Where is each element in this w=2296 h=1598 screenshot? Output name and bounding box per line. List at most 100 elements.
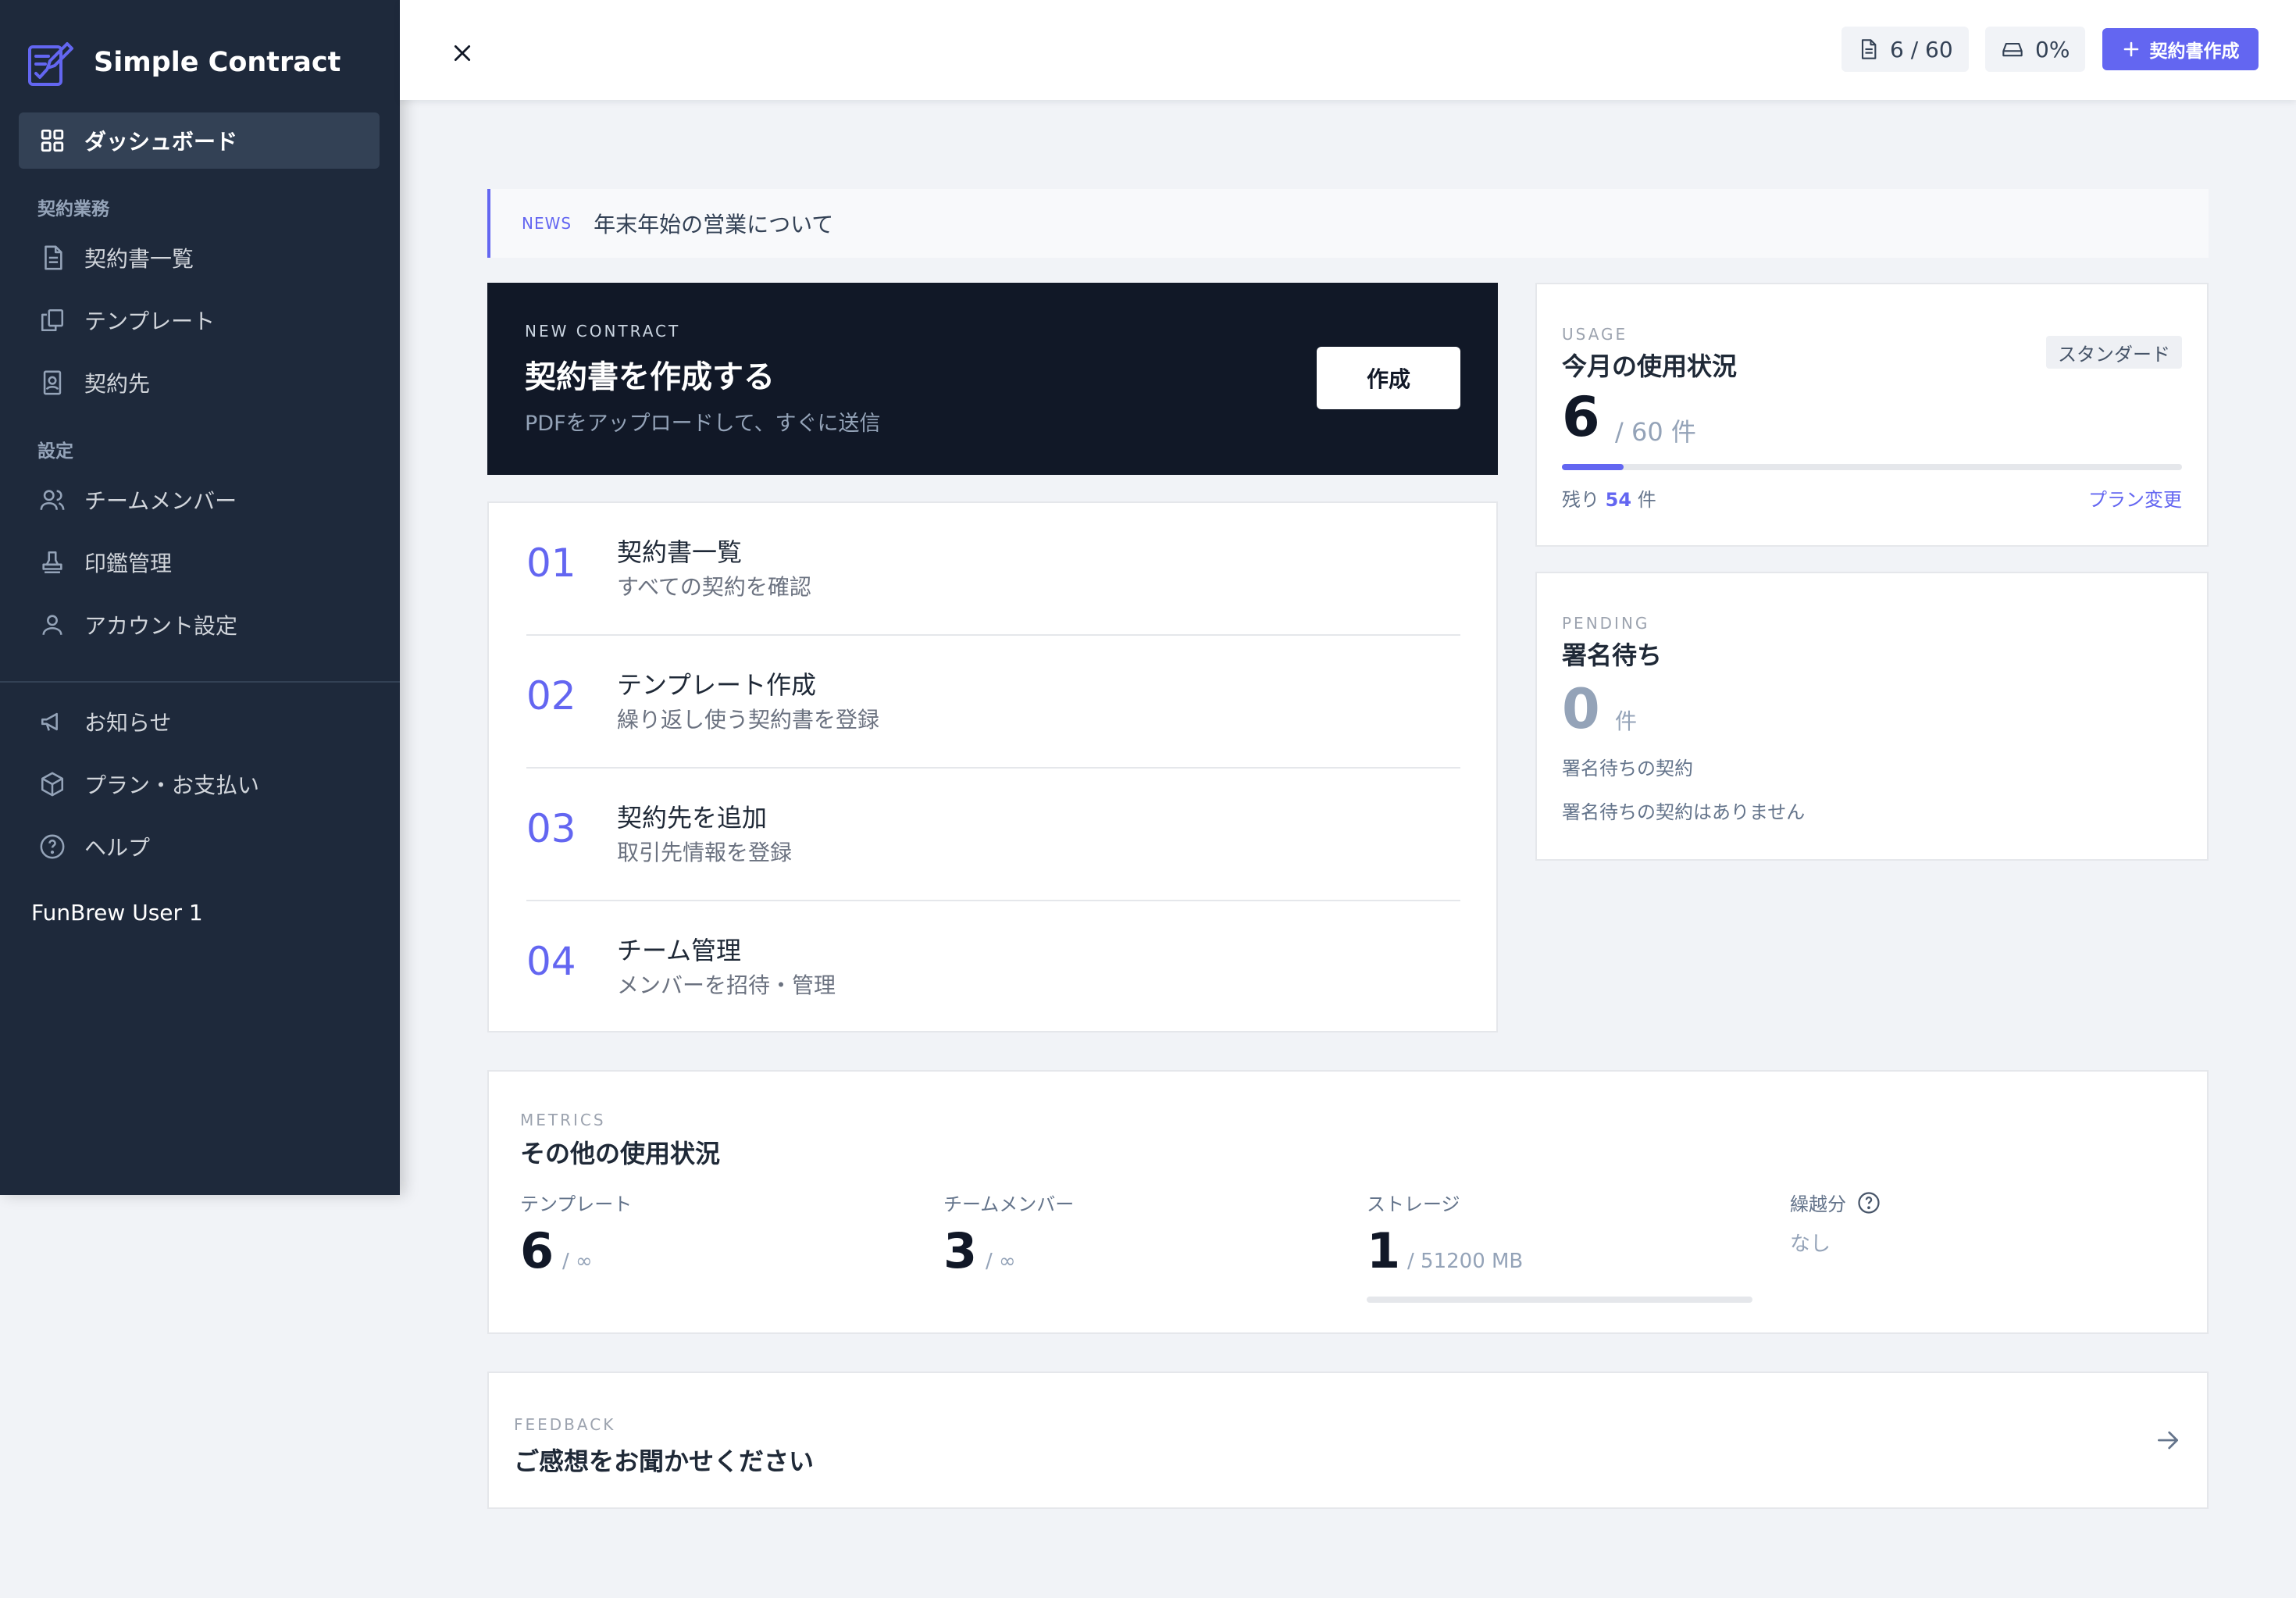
metrics-overline: METRICS <box>520 1111 606 1129</box>
step-description: メンバーを招待・管理 <box>617 972 836 998</box>
sidebar-item-label: アカウント設定 <box>84 613 238 639</box>
sidebar-item-dashboard[interactable]: ダッシュボード <box>37 122 237 159</box>
sidebar-item-label: お知らせ <box>84 710 172 736</box>
sidebar-item-contracts[interactable]: 契約書一覧 <box>37 239 194 276</box>
step-item-template[interactable]: 02 テンプレート作成 繰り返し使う契約書を登録 <box>526 636 1460 769</box>
usage-count: 6 <box>1562 385 1600 449</box>
storage-usage-pill: 0% <box>1985 27 2086 72</box>
pending-empty-message: 署名待ちの契約はありません <box>1562 801 1806 823</box>
sidebar-divider <box>0 681 400 683</box>
metric-label: チームメンバー <box>943 1193 1075 1215</box>
step-number: 02 <box>526 673 576 719</box>
step-item-contracts[interactable]: 01 契約書一覧 すべての契約を確認 <box>526 503 1460 636</box>
sidebar-item-account-settings[interactable]: アカウント設定 <box>37 606 237 644</box>
close-icon <box>452 43 472 63</box>
metric-limit: / ∞ <box>986 1250 1016 1273</box>
step-number: 01 <box>526 540 576 586</box>
step-title: 契約書一覧 <box>617 537 743 567</box>
help-circle-icon <box>37 832 67 861</box>
metrics-card: METRICS その他の使用状況 テンプレート 6 / ∞ チームメンバー 3 … <box>487 1070 2209 1334</box>
quick-steps-list: 01 契約書一覧 すべての契約を確認 02 テンプレート作成 繰り返し使う契約書… <box>487 501 1498 1033</box>
help-circle-icon[interactable] <box>1857 1191 1881 1215</box>
plus-icon <box>2122 40 2141 59</box>
contract-logo-icon <box>25 39 75 89</box>
stamp-icon <box>37 548 67 577</box>
usage-limit: / 60 件 <box>1615 417 1696 447</box>
section-heading-settings: 設定 <box>37 441 73 462</box>
sidebar: Simple Contract ダッシュボード 契約業務 契約書一覧 テンプレー… <box>0 0 400 1195</box>
sidebar-item-label: ヘルプ <box>84 835 151 861</box>
remaining-prefix: 残り <box>1562 489 1599 511</box>
create-contract-button[interactable]: 契約書作成 <box>2102 28 2259 70</box>
metric-carryover: 繰越分 なし <box>1790 1189 2180 1306</box>
pending-title: 署名待ち <box>1562 640 1663 670</box>
step-item-team[interactable]: 04 チーム管理 メンバーを招待・管理 <box>526 901 1460 1034</box>
metric-limit: / 51200 MB <box>1407 1250 1524 1273</box>
copy-icon <box>37 305 67 335</box>
document-icon <box>37 243 67 273</box>
new-contract-title: 契約書を作成する <box>525 359 775 395</box>
metric-limit: / ∞ <box>562 1250 593 1273</box>
metric-team-members: チームメンバー 3 / ∞ <box>943 1189 1334 1306</box>
sidebar-item-label: 契約書一覧 <box>84 246 194 272</box>
document-count-pill: 6 / 60 <box>1841 27 1969 72</box>
metric-value: 1 <box>1367 1222 1401 1279</box>
feedback-card[interactable]: FEEDBACK ご感想をお聞かせください <box>487 1371 2209 1509</box>
sidebar-item-templates[interactable]: テンプレート <box>37 301 215 339</box>
metric-label: ストレージ <box>1367 1193 1460 1215</box>
user-name[interactable]: FunBrew User 1 <box>31 900 203 926</box>
usage-title: 今月の使用状況 <box>1562 351 1738 381</box>
sidebar-item-label: 契約先 <box>84 371 151 397</box>
step-item-counterparty[interactable]: 03 契約先を追加 取引先情報を登録 <box>526 769 1460 901</box>
news-tag: NEWS <box>522 214 572 233</box>
metric-templates: テンプレート 6 / ∞ <box>520 1189 911 1306</box>
pending-unit: 件 <box>1615 708 1638 734</box>
new-contract-card: NEW CONTRACT 契約書を作成する PDFをアップロードして、すぐに送信… <box>487 283 1498 475</box>
remaining-suffix: 件 <box>1637 489 1656 511</box>
feedback-overline: FEEDBACK <box>514 1415 616 1434</box>
pending-label: 署名待ちの契約 <box>1562 758 1693 779</box>
metric-value: なし <box>1790 1232 1831 1256</box>
sidebar-item-seal-management[interactable]: 印鑑管理 <box>37 544 172 581</box>
sidebar-item-team-members[interactable]: チームメンバー <box>37 481 237 519</box>
step-description: 取引先情報を登録 <box>617 840 793 865</box>
sidebar-item-label: チームメンバー <box>84 488 237 514</box>
feedback-title: ご感想をお聞かせください <box>514 1446 815 1476</box>
metric-value: 6 <box>520 1222 554 1279</box>
news-banner[interactable]: NEWS 年末年始の営業について <box>487 189 2209 258</box>
usage-progress-bar <box>1562 464 2182 470</box>
change-plan-link[interactable]: プラン変更 <box>2088 484 2182 512</box>
step-title: テンプレート作成 <box>617 670 817 700</box>
remaining-text: 残り 54 件 <box>1562 484 1656 512</box>
section-heading-contracts: 契約業務 <box>37 199 109 219</box>
sidebar-item-label: ダッシュボード <box>84 129 238 155</box>
app-name: Simple Contract <box>94 47 341 78</box>
news-text[interactable]: 年末年始の営業について <box>594 208 833 239</box>
pending-card: PENDING 署名待ち 0 件 署名待ちの契約 署名待ちの契約はありません <box>1535 572 2209 861</box>
pending-count: 0 <box>1562 677 1600 741</box>
metric-storage: ストレージ 1 / 51200 MB <box>1367 1189 1757 1306</box>
create-button[interactable]: 作成 <box>1317 347 1460 409</box>
sidebar-item-plan-billing[interactable]: プラン・お支払い <box>37 765 259 803</box>
sidebar-item-label: プラン・お支払い <box>84 772 260 798</box>
close-sidebar-button[interactable] <box>444 34 481 72</box>
hard-drive-icon <box>2001 38 2024 60</box>
sidebar-item-help[interactable]: ヘルプ <box>37 828 150 865</box>
step-title: 契約先を追加 <box>617 803 768 833</box>
usage-progress-fill <box>1562 464 1624 470</box>
sidebar-item-notices[interactable]: お知らせ <box>37 703 171 740</box>
arrow-right-icon <box>2152 1425 2184 1456</box>
sidebar-item-label: 印鑑管理 <box>84 551 173 576</box>
metrics-title: その他の使用状況 <box>520 1139 721 1168</box>
pending-overline: PENDING <box>1562 614 1650 633</box>
sidebar-item-label: テンプレート <box>84 309 216 334</box>
new-contract-overline: NEW CONTRACT <box>525 322 681 341</box>
sidebar-item-counterparties[interactable]: 契約先 <box>37 364 150 401</box>
document-icon <box>1857 38 1879 60</box>
user-icon <box>37 610 67 640</box>
megaphone-icon <box>37 707 67 737</box>
step-title: チーム管理 <box>617 936 742 965</box>
step-description: すべての契約を確認 <box>617 574 811 600</box>
create-contract-label: 契約書作成 <box>2149 41 2240 62</box>
usage-overline: USAGE <box>1562 325 1628 344</box>
